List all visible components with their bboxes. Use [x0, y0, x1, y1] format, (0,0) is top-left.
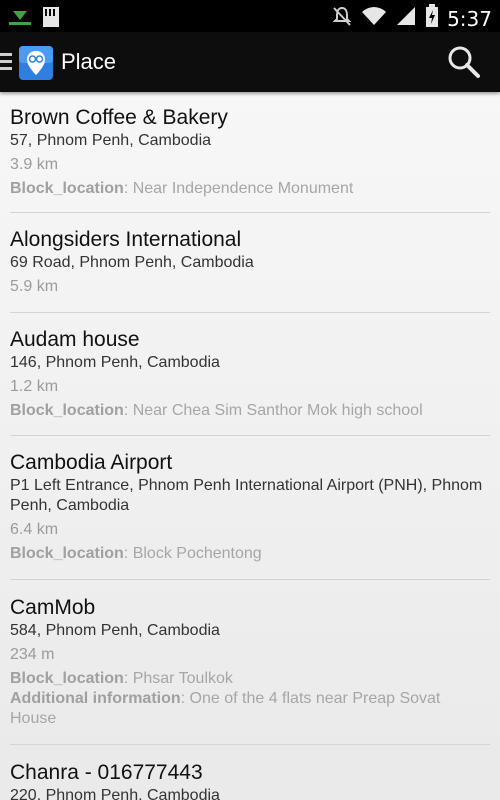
additional-information-key: Additional information — [10, 690, 181, 707]
sd-card-icon — [42, 6, 60, 33]
drawer-toggle-button[interactable] — [0, 45, 60, 81]
hamburger-icon — [0, 53, 12, 73]
notification-download-icon — [8, 7, 32, 32]
block-location-key: Block_location — [10, 180, 124, 197]
list-item[interactable]: Alongsiders International 69 Road, Phnom… — [0, 213, 500, 312]
status-notifications — [8, 6, 60, 33]
list-item[interactable]: Cambodia Airport P1 Left Entrance, Phnom… — [0, 436, 500, 579]
list-item[interactable]: CamMob 584, Phnom Penh, Cambodia 234 m B… — [0, 580, 500, 744]
place-distance: 1.2 km — [10, 378, 59, 395]
place-address: 146, Phnom Penh, Cambodia — [10, 354, 220, 371]
mute-icon — [331, 5, 353, 32]
place-name: CamMob — [10, 596, 96, 619]
place-distance: 6.4 km — [10, 521, 59, 538]
place-distance: 234 m — [10, 646, 55, 663]
additional-information: Additional information: One of the 4 fla… — [10, 689, 490, 729]
place-address: 584, Phnom Penh, Cambodia — [10, 622, 220, 639]
place-address: 57, Phnom Penh, Cambodia — [10, 132, 212, 149]
place-address: P1 Left Entrance, Phnom Penh Internation… — [10, 477, 483, 514]
block-location: Block_location: Near Independence Monume… — [10, 179, 490, 199]
map-pin-icon — [18, 45, 54, 81]
block-location-value: : Near Independence Monument — [123, 180, 354, 197]
action-bar: Place — [0, 32, 500, 92]
block-location-value: : Near Chea Sim Santhor Mok high school — [123, 402, 423, 419]
place-name: Alongsiders International — [10, 228, 242, 251]
place-name: Audam house — [10, 328, 140, 351]
block-location-value: : Block Pochentong — [123, 545, 262, 562]
signal-icon — [395, 5, 417, 32]
place-distance: 5.9 km — [10, 278, 59, 295]
status-time: 5:37 — [447, 6, 492, 31]
block-location-key: Block_location — [10, 545, 124, 562]
places-list: Brown Coffee & Bakery 57, Phnom Penh, Ca… — [0, 92, 500, 800]
list-item[interactable]: Brown Coffee & Bakery 57, Phnom Penh, Ca… — [0, 92, 500, 212]
place-name: Chanra - 016777443 — [10, 761, 203, 784]
status-bar: 5:37 — [0, 0, 500, 32]
place-address: 69 Road, Phnom Penh, Cambodia — [10, 254, 254, 271]
place-name: Brown Coffee & Bakery — [10, 106, 228, 129]
block-location: Block_location: Near Chea Sim Santhor Mo… — [10, 401, 490, 421]
wifi-icon — [361, 5, 387, 32]
block-location-key: Block_location — [10, 670, 124, 687]
place-name: Cambodia Airport — [10, 451, 173, 474]
place-distance: 3.9 km — [10, 156, 59, 173]
block-location-key: Block_location — [10, 402, 124, 419]
search-icon — [446, 46, 482, 84]
page-title: Place — [61, 49, 117, 74]
list-item[interactable]: Chanra - 016777443 220, Phnom Penh, Camb… — [0, 745, 500, 800]
block-location-value: : Phsar Toulkok — [123, 670, 233, 687]
list-item[interactable]: Audam house 146, Phnom Penh, Cambodia 1.… — [0, 313, 500, 435]
block-location: Block_location: Block Pochentong — [10, 544, 490, 564]
status-indicators: 5:37 — [331, 4, 492, 33]
battery-charging-icon — [425, 4, 439, 33]
search-button[interactable] — [446, 44, 482, 80]
screen: 5:37 Place Brown Coffee & Bakery 57, Phn… — [0, 0, 500, 800]
place-address: 220, Phnom Penh, Cambodia — [10, 787, 220, 800]
block-location: Block_location: Phsar Toulkok — [10, 669, 490, 689]
